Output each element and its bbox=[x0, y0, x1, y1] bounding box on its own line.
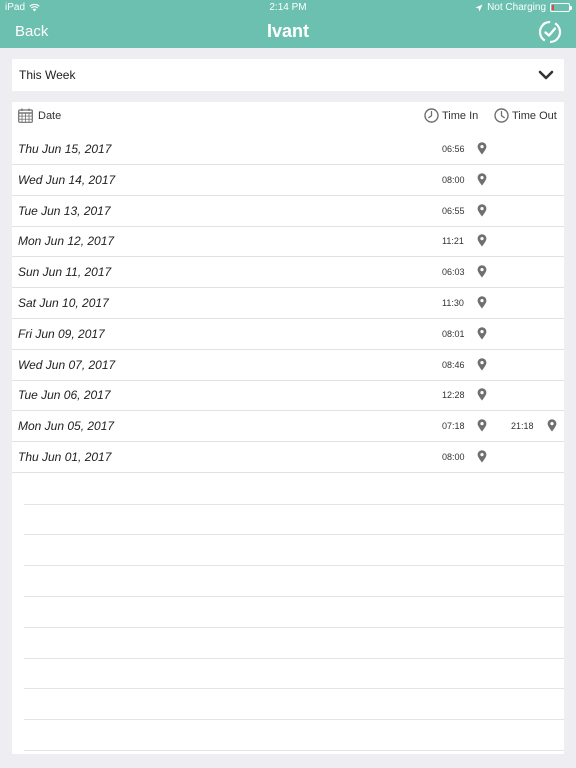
charging-status: Not Charging bbox=[487, 2, 546, 13]
row-date: Thu Jun 01, 2017 bbox=[18, 450, 112, 464]
empty-row-divider bbox=[24, 503, 564, 505]
row-time-in: 11:21 bbox=[442, 236, 464, 247]
row-time-in: 06:03 bbox=[442, 267, 465, 278]
row-date: Tue Jun 13, 2017 bbox=[18, 203, 111, 218]
date-header-label: Date bbox=[38, 109, 62, 122]
table-row[interactable]: Thu Jun 01, 2017 08:00 bbox=[12, 442, 564, 473]
row-time-in: 08:01 bbox=[442, 328, 465, 339]
row-time-in: 12:28 bbox=[442, 390, 465, 401]
row-time-in: 08:00 bbox=[442, 452, 465, 462]
location-pin-icon[interactable] bbox=[547, 419, 557, 437]
calendar-icon bbox=[18, 108, 33, 123]
location-pin-icon[interactable] bbox=[477, 357, 487, 376]
row-time-in: 06:56 bbox=[442, 144, 465, 154]
sync-icon[interactable] bbox=[538, 20, 562, 44]
battery-icon bbox=[550, 3, 572, 12]
week-filter-dropdown[interactable]: This Week bbox=[12, 59, 564, 91]
time-out-header-label: Time Out bbox=[512, 109, 557, 122]
row-date: Thu Jun 15, 2017 bbox=[18, 142, 112, 156]
status-right: Not Charging bbox=[475, 2, 572, 13]
table-row[interactable]: Wed Jun 14, 2017 08:00 bbox=[12, 165, 564, 196]
table-row[interactable]: Tue Jun 13, 2017 06:55 bbox=[12, 196, 564, 227]
table-row[interactable]: Fri Jun 09, 2017 08:01 bbox=[12, 319, 564, 350]
nav-bar: Back Ivant bbox=[0, 16, 576, 48]
empty-row-divider bbox=[24, 688, 564, 690]
table-row[interactable]: Thu Jun 15, 2017 06:56 bbox=[12, 134, 564, 165]
time-in-column-header: Time In bbox=[424, 108, 478, 123]
location-arrow-icon bbox=[475, 4, 483, 11]
status-bar: iPad 2:14 PM Not Charging bbox=[0, 0, 576, 16]
table-row[interactable]: Mon Jun 12, 2017 11:21 bbox=[12, 226, 564, 258]
row-time-in: 08:46 bbox=[442, 359, 465, 370]
location-pin-icon[interactable] bbox=[477, 450, 487, 468]
row-time-in: 08:00 bbox=[442, 174, 465, 185]
row-date: Sun Jun 11, 2017 bbox=[18, 265, 112, 280]
row-date: Mon Jun 05, 2017 bbox=[18, 419, 115, 434]
location-pin-icon[interactable] bbox=[477, 419, 487, 437]
clock-icon bbox=[494, 108, 509, 123]
table-row[interactable]: Tue Jun 06, 2017 12:28 bbox=[12, 380, 564, 412]
table-row[interactable]: Sun Jun 11, 2017 06:03 bbox=[12, 257, 564, 289]
row-date: Wed Jun 14, 2017 bbox=[18, 172, 116, 187]
location-pin-icon[interactable] bbox=[477, 203, 487, 222]
table-row[interactable]: Sat Jun 10, 2017 11:30 bbox=[12, 288, 564, 319]
empty-row-divider bbox=[24, 657, 564, 659]
empty-row-divider bbox=[24, 626, 564, 628]
location-pin-icon[interactable] bbox=[477, 265, 487, 283]
page-title: Ivant bbox=[266, 21, 309, 41]
row-time-in: 07:18 bbox=[442, 421, 465, 432]
location-pin-icon[interactable] bbox=[477, 326, 487, 345]
row-date: Mon Jun 12, 2017 bbox=[18, 234, 115, 249]
row-date: Sat Jun 10, 2017 bbox=[18, 296, 109, 310]
empty-row-divider bbox=[24, 534, 564, 536]
location-pin-icon[interactable] bbox=[477, 388, 487, 406]
row-time-in: 11:30 bbox=[442, 298, 464, 308]
location-pin-icon[interactable] bbox=[477, 296, 487, 314]
chevron-down-icon bbox=[538, 70, 554, 80]
empty-row-divider bbox=[24, 719, 564, 721]
empty-row-divider bbox=[24, 596, 564, 597]
location-pin-icon[interactable] bbox=[477, 234, 487, 252]
clock-icon bbox=[424, 108, 439, 123]
date-column-header: Date bbox=[18, 108, 61, 123]
row-date: Wed Jun 07, 2017 bbox=[18, 357, 116, 372]
row-date: Tue Jun 06, 2017 bbox=[18, 388, 111, 403]
table-header: Date Time In Time Out bbox=[12, 102, 564, 132]
row-date: Fri Jun 09, 2017 bbox=[18, 326, 105, 341]
table-row[interactable]: Mon Jun 05, 2017 07:18 21:18 bbox=[12, 411, 564, 443]
table-row[interactable]: Wed Jun 07, 2017 08:46 bbox=[12, 350, 564, 381]
empty-row-divider bbox=[24, 750, 564, 751]
time-out-column-header: Time Out bbox=[494, 108, 557, 123]
location-pin-icon[interactable] bbox=[477, 172, 487, 191]
row-time-in: 06:55 bbox=[442, 205, 465, 216]
row-time-out: 21:18 bbox=[511, 421, 534, 432]
filter-selected-value: This Week bbox=[19, 68, 76, 82]
time-in-header-label: Time In bbox=[442, 109, 479, 122]
empty-row-divider bbox=[24, 565, 564, 567]
attendance-table: Date Time In Time Out Thu Jun 15, 2017 06… bbox=[12, 102, 564, 754]
location-pin-icon[interactable] bbox=[477, 142, 487, 160]
